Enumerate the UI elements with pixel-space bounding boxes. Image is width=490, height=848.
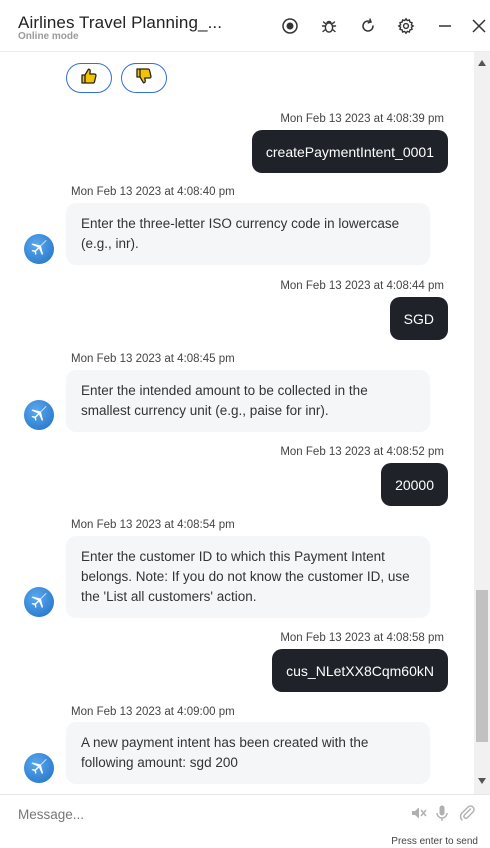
- refresh-icon[interactable]: [358, 16, 378, 36]
- message-timestamp: Mon Feb 13 2023 at 4:08:52 pm: [280, 446, 444, 458]
- user-message-bubble: SGD: [389, 297, 448, 340]
- connection-status: Online mode: [18, 31, 79, 42]
- bot-avatar: [24, 400, 54, 430]
- chat-scrollbar[interactable]: [474, 52, 490, 794]
- scroll-up-arrow-icon[interactable]: [478, 60, 486, 66]
- thumbs-up-icon: [80, 67, 98, 90]
- close-icon[interactable]: [469, 16, 489, 36]
- message-timestamp: Mon Feb 13 2023 at 4:08:39 pm: [280, 113, 444, 125]
- chat-header: Airlines Travel Planning_... Online mode: [0, 0, 490, 52]
- bug-icon[interactable]: [319, 16, 339, 36]
- settings-icon[interactable]: [396, 16, 416, 36]
- message-list: Mon Feb 13 2023 at 4:08:39 pm createPaym…: [0, 52, 474, 794]
- message-composer: Press enter to send: [0, 794, 490, 848]
- bot-avatar: [24, 234, 54, 264]
- message-timestamp: Mon Feb 13 2023 at 4:08:40 pm: [71, 186, 235, 198]
- bot-message-bubble: Enter the intended amount to be collecte…: [66, 370, 430, 432]
- bot-message-bubble: Enter the customer ID to which this Paym…: [66, 536, 430, 618]
- scroll-down-arrow-icon[interactable]: [478, 778, 486, 784]
- thumbs-up-button[interactable]: [66, 63, 112, 93]
- attachment-icon[interactable]: [457, 803, 477, 823]
- message-timestamp: Mon Feb 13 2023 at 4:09:00 pm: [71, 706, 235, 718]
- bot-avatar: [24, 753, 54, 783]
- thumbs-down-button[interactable]: [121, 63, 167, 93]
- bot-avatar: [24, 587, 54, 617]
- user-message-bubble: 20000: [381, 463, 448, 506]
- message-input[interactable]: [10, 801, 390, 827]
- user-message-bubble: createPaymentIntent_0001: [251, 130, 448, 173]
- bot-message-bubble: A new payment intent has been created wi…: [66, 722, 430, 784]
- speaker-mute-icon[interactable]: [409, 803, 429, 823]
- microphone-icon[interactable]: [432, 803, 452, 823]
- message-timestamp: Mon Feb 13 2023 at 4:08:45 pm: [71, 353, 235, 365]
- scrollbar-thumb[interactable]: [476, 590, 488, 742]
- send-hint: Press enter to send: [391, 836, 478, 847]
- thumbs-down-icon: [135, 67, 153, 90]
- user-message-bubble: cus_NLetXX8Cqm60kN: [272, 649, 448, 692]
- airplane-icon: [30, 591, 48, 614]
- bot-message-bubble: Enter the three-letter ISO currency code…: [66, 203, 430, 265]
- airplane-icon: [30, 757, 48, 780]
- message-timestamp: Mon Feb 13 2023 at 4:08:58 pm: [280, 632, 444, 644]
- airplane-icon: [30, 404, 48, 427]
- record-icon[interactable]: [280, 16, 300, 36]
- bot-title: Airlines Travel Planning_...: [18, 13, 223, 32]
- minimize-icon[interactable]: [435, 16, 455, 36]
- message-timestamp: Mon Feb 13 2023 at 4:08:54 pm: [71, 519, 235, 531]
- message-timestamp: Mon Feb 13 2023 at 4:08:44 pm: [280, 280, 444, 292]
- airplane-icon: [30, 238, 48, 261]
